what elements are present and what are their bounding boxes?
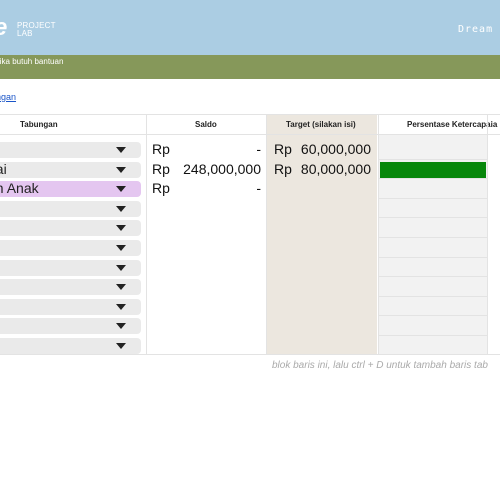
target-currency: Rp [274, 141, 292, 157]
saldo-value[interactable]: - [256, 180, 261, 196]
row-divider [379, 315, 487, 317]
column-divider [266, 114, 267, 354]
tabungan-dropdown[interactable] [0, 220, 141, 237]
row-divider [379, 276, 487, 278]
spreadsheet-page: e PROJECT LAB Dream T jika butuh bantuan… [0, 0, 500, 500]
triangle-down-icon[interactable] [116, 303, 126, 310]
saldo-currency: Rp [152, 160, 170, 177]
triangle-down-icon[interactable] [116, 166, 126, 173]
saldo-value[interactable]: - [256, 141, 261, 157]
table-bottom-border [0, 354, 500, 355]
column-header-persentase: Persentase Ketercapaia [407, 120, 498, 129]
row-divider [379, 256, 487, 258]
column-header-saldo: Saldo [195, 120, 217, 129]
help-text: jika butuh bantuan [0, 57, 64, 66]
column-divider [487, 114, 488, 354]
tabungan-dropdown[interactable] [0, 240, 141, 256]
triangle-down-icon[interactable] [116, 343, 126, 349]
tabungan-dropdown[interactable] [0, 259, 141, 276]
tabungan-dropdown[interactable]: nai [0, 160, 141, 178]
tabungan-value: nai [0, 160, 7, 177]
tabungan-dropdown[interactable] [0, 318, 141, 335]
tabungan-dropdown[interactable] [0, 279, 141, 296]
column-header-tabungan: Tabungan [20, 120, 58, 129]
triangle-down-icon[interactable] [116, 284, 126, 291]
triangle-down-icon[interactable] [116, 264, 126, 271]
saldo-value[interactable]: 248,000,000 [183, 161, 261, 177]
logo-mark: e [0, 15, 7, 41]
row-divider [379, 158, 487, 160]
triangle-down-icon[interactable] [116, 323, 126, 330]
tabungan-value: an Anak [0, 180, 39, 197]
column-header-target: Target (silakan isi) [286, 120, 356, 129]
column-divider [146, 114, 147, 354]
top-header: e PROJECT LAB Dream T [0, 0, 500, 55]
row-divider [379, 237, 487, 238]
help-link[interactable]: ngan [0, 92, 16, 102]
target-value[interactable]: 80,000,000 [301, 161, 371, 177]
tabungan-dropdown[interactable] [0, 200, 141, 217]
logo-line-2: LAB [17, 29, 33, 38]
header-top-border [0, 114, 500, 115]
triangle-down-icon[interactable] [116, 147, 126, 153]
row-divider [379, 217, 487, 219]
tabungan-dropdown[interactable] [0, 142, 141, 158]
triangle-down-icon[interactable] [116, 186, 126, 193]
row-divider [379, 178, 487, 180]
column-divider [378, 114, 379, 354]
target-currency: Rp [274, 160, 292, 177]
add-row-hint: blok baris ini, lalu ctrl + D untuk tamb… [272, 360, 488, 371]
triangle-down-icon[interactable] [116, 205, 126, 212]
progress-bar [380, 161, 486, 178]
logo-text: PROJECT LAB [17, 22, 56, 38]
target-value[interactable]: 60,000,000 [301, 141, 371, 157]
help-bar [0, 55, 500, 79]
row-divider [379, 197, 487, 199]
triangle-down-icon[interactable] [116, 225, 126, 232]
app-name: Dream T [458, 24, 500, 35]
row-divider [379, 295, 487, 297]
tabungan-dropdown[interactable] [0, 298, 141, 315]
tabungan-dropdown[interactable]: an Anak [0, 180, 141, 198]
header-bottom-border [0, 134, 500, 135]
triangle-down-icon[interactable] [116, 245, 126, 251]
saldo-currency: Rp [152, 141, 170, 157]
saldo-currency: Rp [152, 180, 170, 197]
tabungan-dropdown[interactable] [0, 338, 141, 354]
row-divider [379, 335, 487, 336]
